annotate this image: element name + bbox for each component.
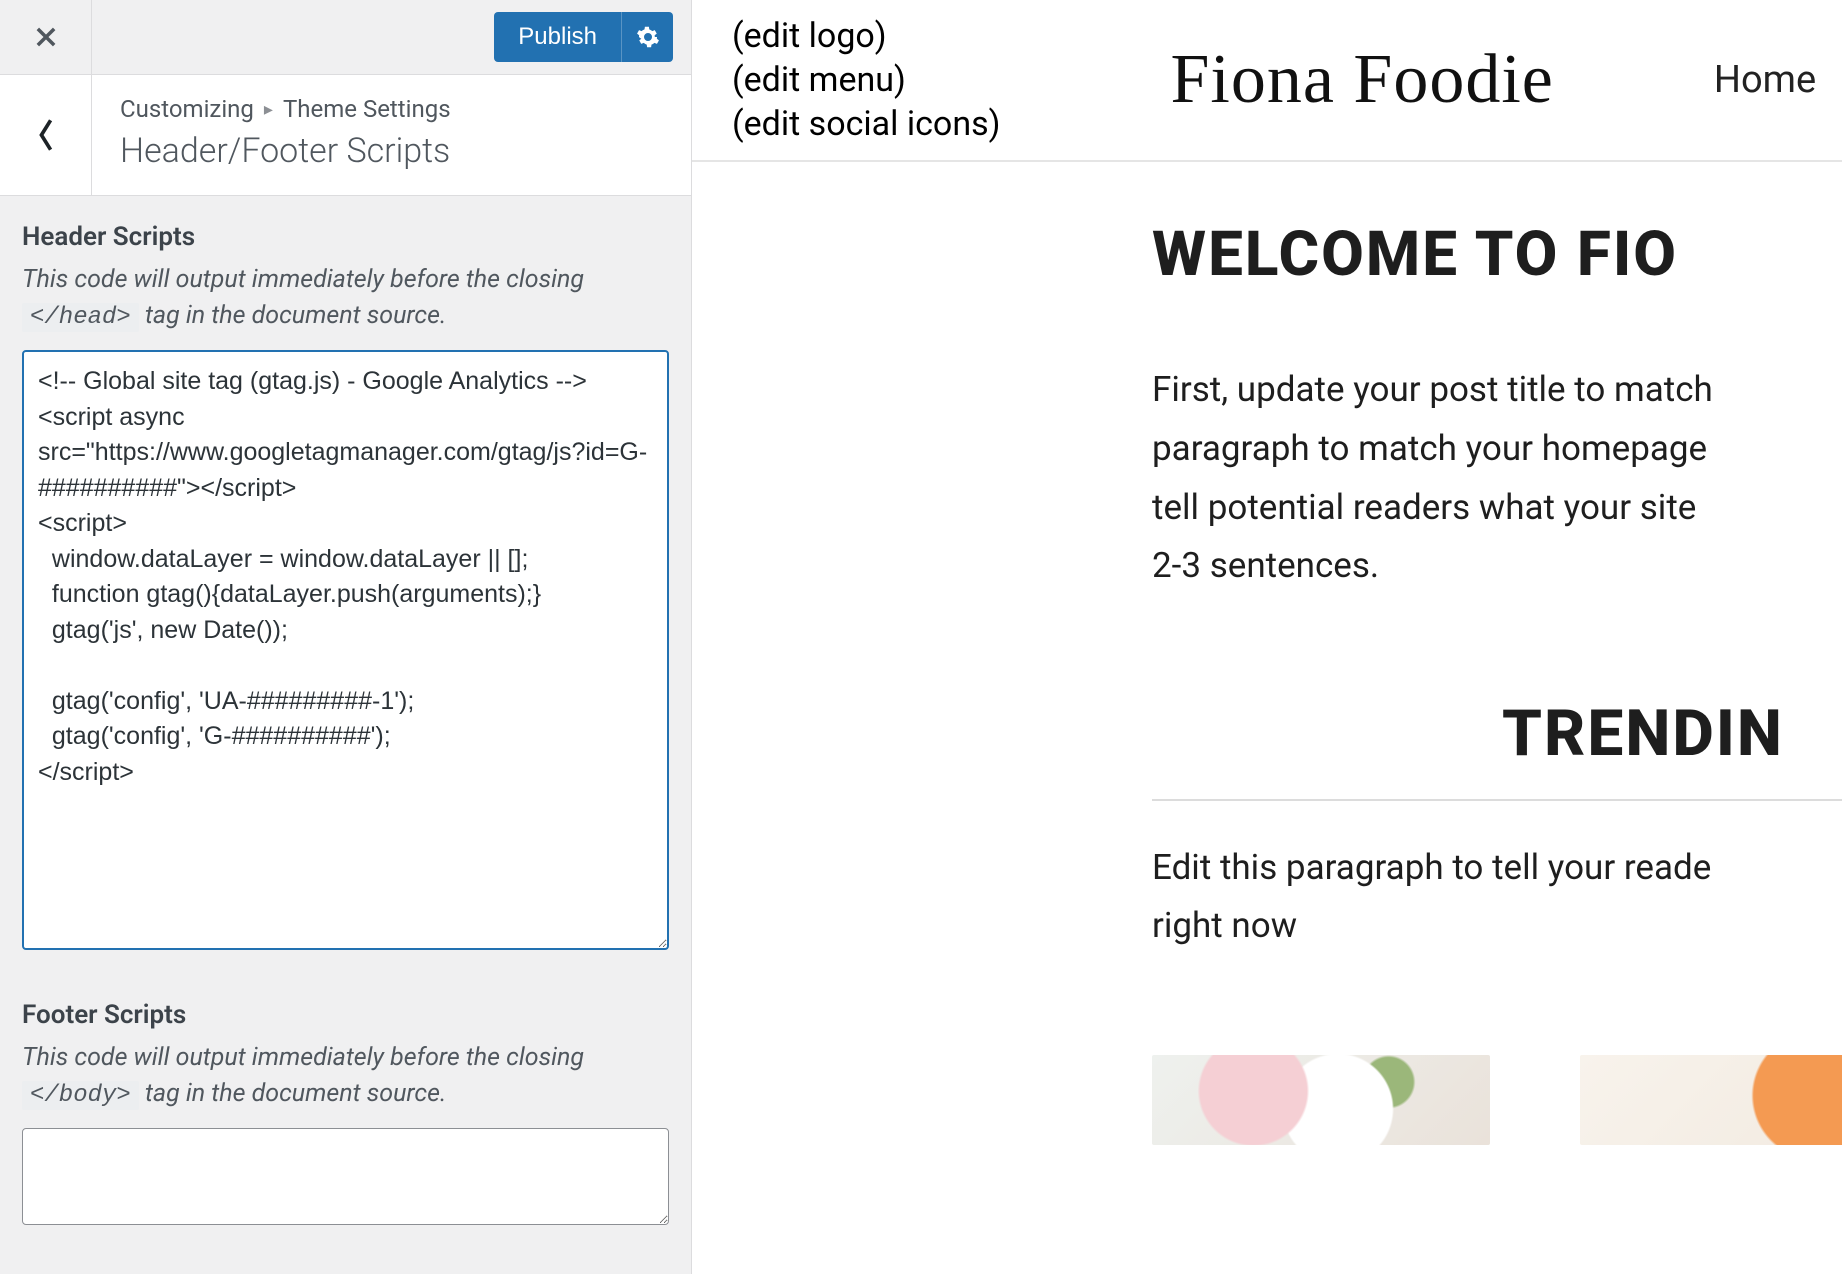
desc-before: This code will output immediately before… bbox=[22, 265, 584, 294]
body-tag: </body> bbox=[22, 1081, 139, 1110]
preview-pane: (edit logo) (edit menu) (edit social ico… bbox=[692, 0, 1842, 1274]
para-line: Edit this paragraph to tell your reade bbox=[1152, 839, 1842, 897]
breadcrumb-section: Theme Settings bbox=[283, 95, 451, 123]
topbar-actions: Publish bbox=[494, 0, 691, 74]
breadcrumb-content: Customizing ▸ Theme Settings Header/Foot… bbox=[92, 75, 691, 195]
chevron-right-icon: ▸ bbox=[264, 99, 273, 120]
panel-body: Header Scripts This code will output imm… bbox=[0, 196, 691, 1274]
footer-scripts-textarea[interactable] bbox=[22, 1128, 669, 1225]
desc-after: tag in the document source. bbox=[145, 1079, 446, 1108]
footer-scripts-description: This code will output immediately before… bbox=[22, 1040, 669, 1114]
para-line: First, update your post title to match bbox=[1152, 361, 1842, 420]
edit-logo-link[interactable]: (edit logo) bbox=[732, 16, 1000, 56]
chevron-left-icon bbox=[35, 116, 57, 154]
divider bbox=[1152, 799, 1842, 801]
preview-main: WELCOME TO FIO First, update your post t… bbox=[692, 162, 1842, 1145]
preview-header: (edit logo) (edit menu) (edit social ico… bbox=[692, 0, 1842, 162]
thumbnail-image[interactable] bbox=[1152, 1055, 1490, 1145]
customizer-sidebar: Publish Customizing ▸ Theme Settings Hea… bbox=[0, 0, 692, 1274]
trending-paragraph: Edit this paragraph to tell your reade r… bbox=[1152, 839, 1842, 955]
back-button[interactable] bbox=[0, 75, 92, 195]
site-logo-text: Fiona Foodie bbox=[1170, 40, 1553, 120]
para-line: paragraph to match your homepage bbox=[1152, 420, 1842, 479]
footer-scripts-heading: Footer Scripts bbox=[22, 1000, 669, 1030]
customizer-app: Publish Customizing ▸ Theme Settings Hea… bbox=[0, 0, 1842, 1274]
welcome-paragraph: First, update your post title to match p… bbox=[1152, 361, 1842, 596]
thumbnail-image[interactable] bbox=[1580, 1055, 1842, 1145]
breadcrumb-path: Customizing ▸ Theme Settings bbox=[120, 95, 667, 123]
trending-heading: TRENDIN bbox=[1502, 696, 1842, 771]
close-button[interactable] bbox=[0, 0, 92, 74]
footer-scripts-section: Footer Scripts This code will output imm… bbox=[22, 1000, 669, 1229]
head-tag: </head> bbox=[22, 303, 139, 332]
desc-after: tag in the document source. bbox=[145, 301, 446, 330]
header-scripts-description: This code will output immediately before… bbox=[22, 262, 669, 336]
topbar-spacer bbox=[92, 0, 494, 74]
breadcrumb-root: Customizing bbox=[120, 95, 254, 123]
para-line: tell potential readers what your site bbox=[1152, 479, 1842, 538]
welcome-heading: WELCOME TO FIO bbox=[1152, 218, 1842, 291]
publish-button[interactable]: Publish bbox=[494, 12, 621, 62]
preview-content: (edit logo) (edit menu) (edit social ico… bbox=[692, 0, 1842, 1145]
customizer-topbar: Publish bbox=[0, 0, 691, 75]
header-scripts-textarea[interactable] bbox=[22, 350, 669, 950]
nav-home-link[interactable]: Home bbox=[1714, 58, 1816, 102]
para-line: right now bbox=[1152, 897, 1842, 955]
publish-settings-button[interactable] bbox=[621, 12, 673, 62]
breadcrumb-row: Customizing ▸ Theme Settings Header/Foot… bbox=[0, 75, 691, 196]
thumbnail-row bbox=[1152, 1055, 1842, 1145]
close-icon bbox=[32, 23, 60, 51]
preview-edit-links: (edit logo) (edit menu) (edit social ico… bbox=[732, 16, 1000, 144]
panel-title: Header/Footer Scripts bbox=[120, 131, 667, 171]
header-scripts-heading: Header Scripts bbox=[22, 222, 669, 252]
para-line: 2-3 sentences. bbox=[1152, 537, 1842, 596]
header-scripts-section: Header Scripts This code will output imm… bbox=[22, 222, 669, 954]
edit-menu-link[interactable]: (edit menu) bbox=[732, 60, 1000, 100]
edit-social-link[interactable]: (edit social icons) bbox=[732, 104, 1000, 144]
desc-before: This code will output immediately before… bbox=[22, 1043, 584, 1072]
gear-icon bbox=[636, 25, 660, 49]
